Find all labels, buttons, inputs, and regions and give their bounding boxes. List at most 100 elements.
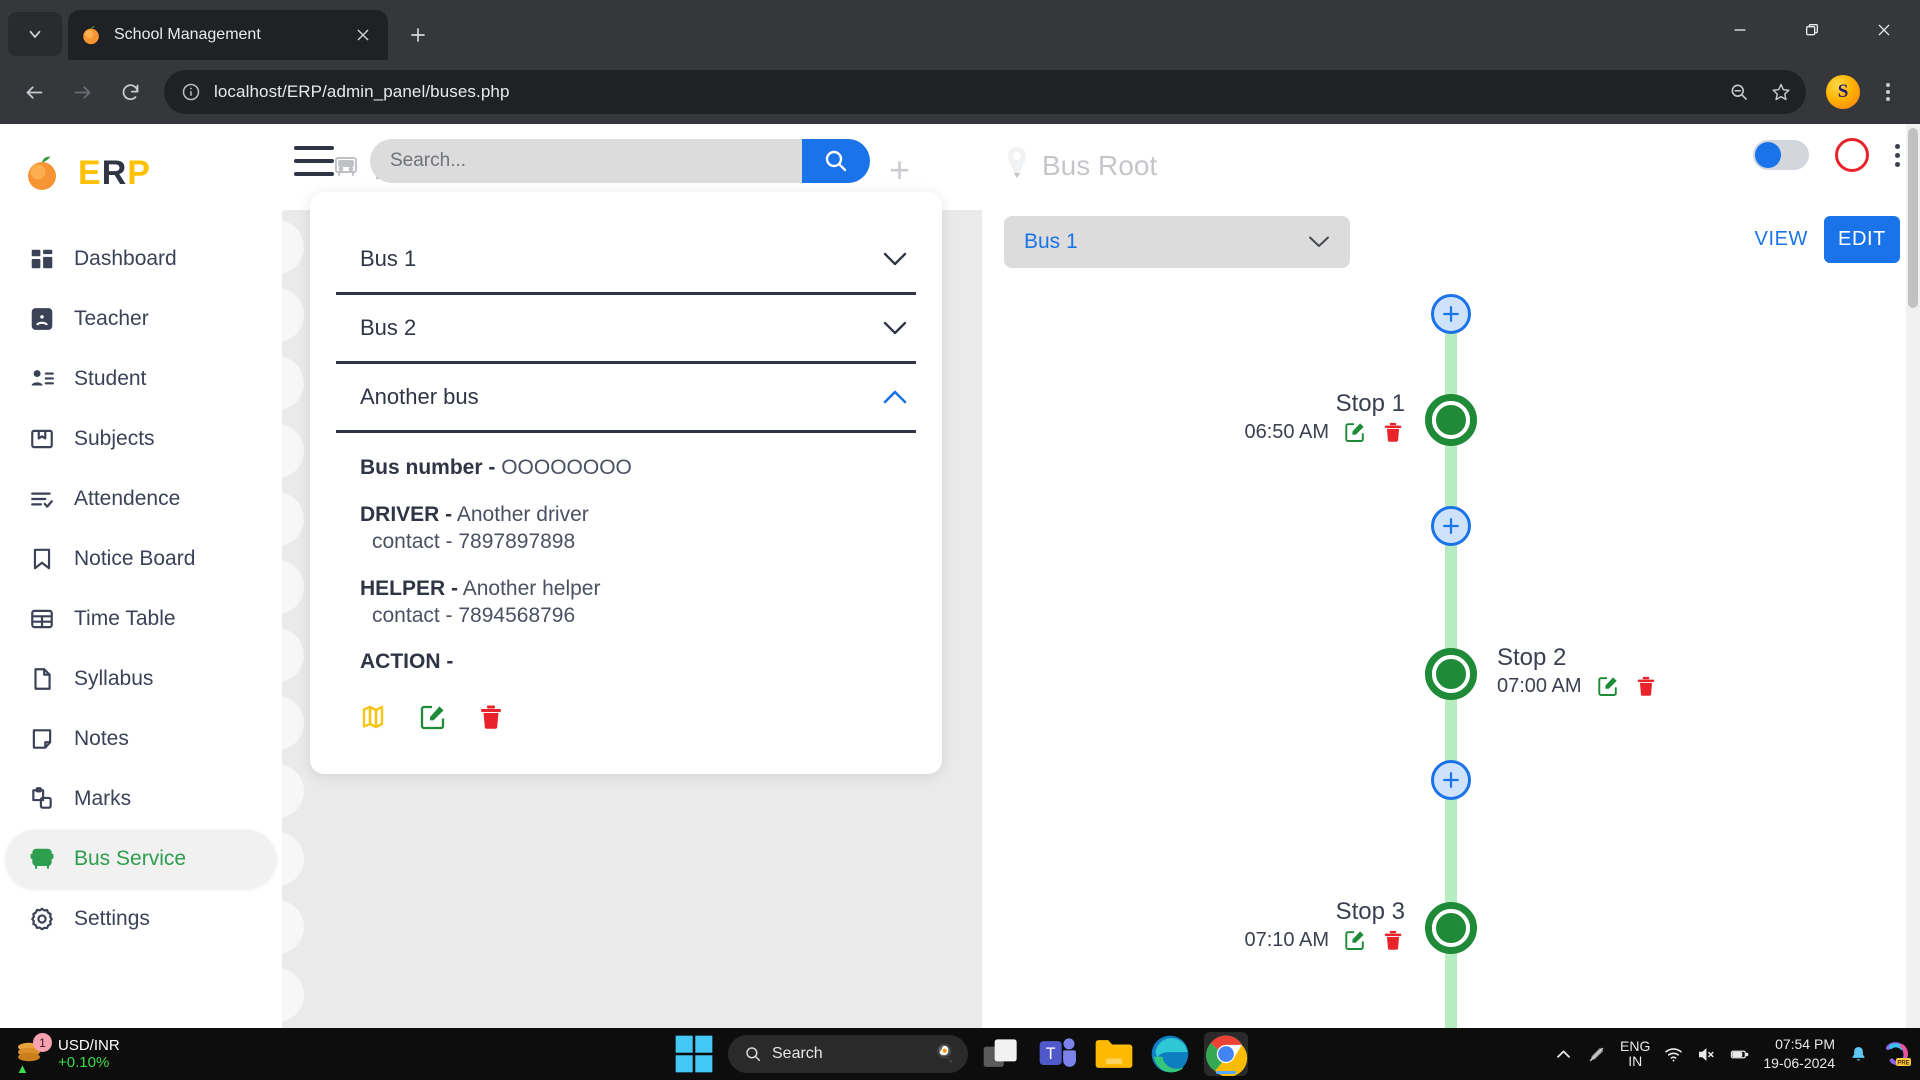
sidebar-item-label: Dashboard <box>74 247 177 271</box>
google-chrome-icon[interactable] <box>1204 1032 1248 1076</box>
sidebar-item-dashboard[interactable]: Dashboard <box>6 230 276 288</box>
sidebar-item-settings[interactable]: Settings <box>6 890 276 948</box>
chevron-up-icon[interactable] <box>882 384 908 410</box>
sidebar-item-syllabus[interactable]: Syllabus <box>6 650 276 708</box>
browser-toolbar: localhost/ERP/admin_panel/buses.php S <box>0 60 1920 124</box>
taskbar-search-box[interactable]: Search 🍳 <box>728 1035 968 1073</box>
stop-meta: 07:10 AM <box>1065 928 1405 952</box>
edit-icon[interactable] <box>1343 420 1367 444</box>
teacher-card-icon <box>28 305 56 333</box>
bookmark-button[interactable] <box>1762 73 1800 111</box>
maximize-button[interactable] <box>1776 0 1848 60</box>
search-icon <box>744 1045 762 1063</box>
stop-name: Stop 3 <box>1065 898 1405 926</box>
stop-marker-2[interactable] <box>1425 648 1477 700</box>
chevron-up-icon[interactable] <box>1554 1045 1573 1064</box>
sidebar-item-notes[interactable]: Notes <box>6 710 276 768</box>
copilot-icon[interactable]: PRE <box>1882 1039 1912 1069</box>
volume-muted-icon[interactable] <box>1697 1045 1716 1064</box>
cooking-emoji-icon: 🍳 <box>935 1044 956 1064</box>
bus-accordion-header-another-bus[interactable]: Another bus <box>336 364 916 430</box>
search-button[interactable] <box>802 139 870 183</box>
browser-menu-button[interactable] <box>1868 70 1908 114</box>
sidebar-item-student[interactable]: Student <box>6 350 276 408</box>
note-icon <box>28 725 56 753</box>
minimize-icon <box>1732 22 1748 38</box>
stop-marker-3[interactable] <box>1425 902 1477 954</box>
file-explorer-icon[interactable] <box>1092 1032 1136 1076</box>
sidebar-item-time-table[interactable]: Time Table <box>6 590 276 648</box>
trash-icon[interactable] <box>1381 928 1405 952</box>
taskbar-clock[interactable]: 07:54 PM 19-06-2024 <box>1763 1035 1835 1073</box>
browser-tab[interactable]: School Management <box>68 10 388 60</box>
minimize-button[interactable] <box>1704 0 1776 60</box>
profile-avatar[interactable]: S <box>1826 75 1860 109</box>
bus-accordion-label: Bus 1 <box>360 246 416 272</box>
app-topbar <box>282 124 1920 198</box>
search-bar <box>370 139 870 183</box>
bus-number-label: Bus number - <box>360 456 495 479</box>
add-stop-button-top[interactable] <box>1431 294 1471 334</box>
sidebar-item-label: Subjects <box>74 427 155 451</box>
page-scrollbar[interactable] <box>1906 124 1920 1080</box>
site-info-button[interactable] <box>180 81 202 103</box>
trash-icon[interactable] <box>476 702 506 732</box>
add-stop-button-middle-2[interactable] <box>1431 760 1471 800</box>
edit-icon[interactable] <box>1343 928 1367 952</box>
gear-icon <box>28 905 56 933</box>
microsoft-teams-icon[interactable]: T <box>1036 1032 1080 1076</box>
wifi-icon[interactable] <box>1664 1045 1683 1064</box>
bus-number-row: Bus number - OOOOOOOO <box>360 455 916 482</box>
new-tab-button[interactable] <box>398 15 438 55</box>
bus-accordion-item: Bus 2 <box>336 295 916 364</box>
view-button[interactable]: VIEW <box>1749 228 1815 251</box>
chevron-down-icon[interactable] <box>882 246 908 272</box>
sidebar-item-notice-board[interactable]: Notice Board <box>6 530 276 588</box>
bus-accordion-item: Another bus <box>336 364 916 433</box>
forward-button[interactable] <box>60 70 104 114</box>
trash-icon[interactable] <box>1381 420 1405 444</box>
sidebar-item-label: Time Table <box>74 607 176 631</box>
helper-row: HELPER - Another helper contact - 789456… <box>360 576 916 630</box>
add-stop-button-middle-1[interactable] <box>1431 506 1471 546</box>
bus-accordion-header-bus-2[interactable]: Bus 2 <box>336 295 916 361</box>
buses-card: Bus 1 Bus 2 Another bus <box>310 192 942 774</box>
sidebar-item-teacher[interactable]: Teacher <box>6 290 276 348</box>
bus-select-dropdown[interactable]: Bus 1 <box>1004 216 1350 268</box>
sidebar-item-attendence[interactable]: Attendence <box>6 470 276 528</box>
scrollbar-thumb[interactable] <box>1908 128 1918 308</box>
back-arrow-icon <box>24 82 45 103</box>
microsoft-edge-icon[interactable] <box>1148 1032 1192 1076</box>
edit-icon[interactable] <box>1596 674 1620 698</box>
chevron-down-icon[interactable] <box>882 315 908 341</box>
reload-button[interactable] <box>108 70 152 114</box>
back-button[interactable] <box>12 70 56 114</box>
tab-search-button[interactable] <box>8 12 62 56</box>
sidebar-item-bus-service[interactable]: Bus Service <box>6 830 276 888</box>
table-grid-icon <box>28 605 56 633</box>
sidebar-item-label: Notice Board <box>74 547 195 571</box>
edit-button[interactable]: EDIT <box>1824 216 1900 263</box>
search-input[interactable] <box>370 139 802 183</box>
bell-icon[interactable] <box>1849 1045 1868 1064</box>
task-view-icon[interactable] <box>980 1032 1024 1076</box>
sidebar-item-marks[interactable]: Marks <box>6 770 276 828</box>
trash-icon[interactable] <box>1634 674 1658 698</box>
taskbar-search-label: Search <box>772 1045 823 1063</box>
taskbar-widget[interactable]: 1 ▲ USD/INR +0.10% <box>0 1037 320 1072</box>
sidebar-item-subjects[interactable]: Subjects <box>6 410 276 468</box>
windows-start-icon[interactable] <box>672 1032 716 1076</box>
edit-icon[interactable] <box>418 702 448 732</box>
map-icon[interactable] <box>360 702 390 732</box>
stop-marker-1[interactable] <box>1425 394 1477 446</box>
battery-icon[interactable] <box>1730 1045 1749 1064</box>
tab-close-button[interactable] <box>350 22 376 48</box>
sidebar-nav: Dashboard Teacher Student Subjects Atten… <box>0 230 282 948</box>
pen-disabled-icon[interactable] <box>1587 1045 1606 1064</box>
bus-accordion-header-bus-1[interactable]: Bus 1 <box>336 226 916 292</box>
hamburger-icon[interactable] <box>294 146 334 176</box>
zoom-out-button[interactable] <box>1720 73 1758 111</box>
address-bar[interactable]: localhost/ERP/admin_panel/buses.php <box>164 70 1806 114</box>
close-window-button[interactable] <box>1848 0 1920 60</box>
language-indicator[interactable]: ENG IN <box>1620 1039 1650 1070</box>
